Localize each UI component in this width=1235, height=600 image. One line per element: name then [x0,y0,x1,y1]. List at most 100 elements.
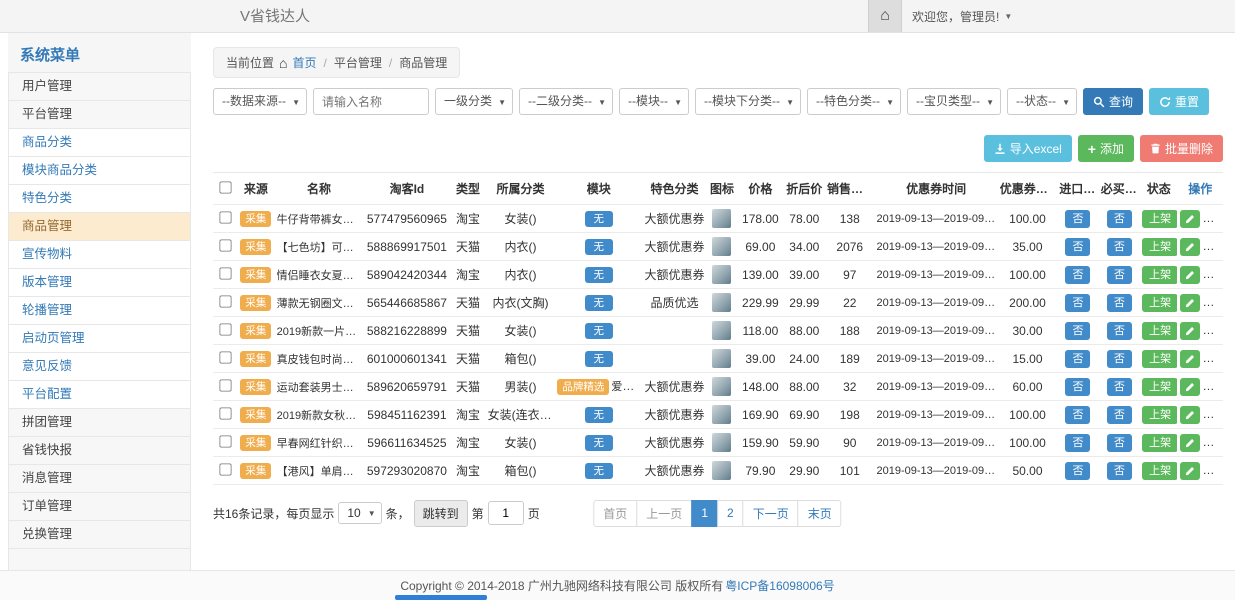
row-checkbox[interactable] [219,239,231,251]
row-checkbox[interactable] [219,351,231,363]
page-button-首页[interactable]: 首页 [593,500,637,527]
edit-button[interactable] [1180,434,1200,452]
filter-select-featured-category[interactable]: --特色分类--▼ [807,88,901,115]
status-toggle[interactable]: 上架 [1142,266,1177,284]
page-button-下一页[interactable]: 下一页 [743,500,799,527]
import-excel-button[interactable]: 导入excel [984,135,1072,162]
row-checkbox[interactable] [219,211,231,223]
filter-select-status[interactable]: --状态--▼ [1007,88,1077,115]
edit-button[interactable] [1180,462,1200,480]
filter-select-data-source[interactable]: --数据来源--▼ [213,88,307,115]
must-buy-toggle[interactable]: 否 [1107,238,1132,256]
module-badge: 无 [585,211,614,227]
import-select-toggle[interactable]: 否 [1065,294,1090,312]
filter-select-item-type[interactable]: --宝贝类型--▼ [907,88,1001,115]
must-buy-toggle[interactable]: 否 [1107,322,1132,340]
status-toggle[interactable]: 上架 [1142,406,1177,424]
filter-select-level1-category[interactable]: 一级分类▼ [435,88,513,115]
sidebar-item-feedback[interactable]: 意见反馈 [8,352,191,381]
status-toggle[interactable]: 上架 [1142,322,1177,340]
status-toggle[interactable]: 上架 [1142,462,1177,480]
sidebar-item-platform-management[interactable]: 平台管理 [8,100,191,129]
page-button-2[interactable]: 2 [717,500,744,527]
edit-button[interactable] [1180,210,1200,228]
row-checkbox[interactable] [219,463,231,475]
row-checkbox[interactable] [219,407,231,419]
row-checkbox[interactable] [219,295,231,307]
row-checkbox[interactable] [219,379,231,391]
must-buy-toggle[interactable]: 否 [1107,350,1132,368]
must-buy-toggle[interactable]: 否 [1107,434,1132,452]
home-button[interactable]: ⌂ [868,0,902,32]
sidebar-item-group-buy-management[interactable]: 拼团管理 [8,408,191,437]
row-checkbox[interactable] [219,323,231,335]
import-select-toggle[interactable]: 否 [1065,322,1090,340]
coupon-amount: 60.00 [998,373,1058,401]
page-button-末页[interactable]: 末页 [798,500,842,527]
user-menu[interactable]: 欢迎您，管理员! ▼ [902,0,1022,32]
sidebar-item-module-product-category[interactable]: 模块商品分类 [8,156,191,185]
sidebar-item-platform-config[interactable]: 平台配置 [8,380,191,409]
sidebar-item-saving-express[interactable]: 省钱快报 [8,436,191,465]
edit-button[interactable] [1180,238,1200,256]
must-buy-toggle[interactable]: 否 [1107,462,1132,480]
scrollbar-thumb[interactable] [395,595,487,600]
filter-select-level2-category[interactable]: --二级分类--▼ [519,88,613,115]
edit-button[interactable] [1180,266,1200,284]
import-select-toggle[interactable]: 否 [1065,210,1090,228]
sidebar-item-user-management[interactable]: 用户管理 [8,72,191,101]
sidebar-item-promo-materials[interactable]: 宣传物料 [8,240,191,269]
add-button[interactable]: + 添加 [1078,135,1134,162]
import-select-toggle[interactable]: 否 [1065,434,1090,452]
filter-select-module[interactable]: --模块--▼ [619,88,689,115]
status-toggle[interactable]: 上架 [1142,294,1177,312]
reset-button[interactable]: 重置 [1149,88,1209,115]
search-button[interactable]: 查询 [1083,88,1143,115]
page-button-1[interactable]: 1 [691,500,718,527]
row-checkbox[interactable] [219,435,231,447]
filter-input-name[interactable] [313,88,429,115]
sidebar-item-carousel-management[interactable]: 轮播管理 [8,296,191,325]
select-all-checkbox[interactable] [219,181,231,193]
must-buy-toggle[interactable]: 否 [1107,294,1132,312]
edit-button[interactable] [1180,322,1200,340]
status-toggle[interactable]: 上架 [1142,434,1177,452]
edit-button[interactable] [1180,406,1200,424]
page-number-input[interactable] [488,501,524,525]
sidebar-item-product-management[interactable]: 商品管理 [8,212,191,241]
import-select-toggle[interactable]: 否 [1065,238,1090,256]
jump-button[interactable]: 跳转到 [414,500,468,527]
status-toggle[interactable]: 上架 [1142,378,1177,396]
edit-button[interactable] [1180,378,1200,396]
sidebar-item-product-category[interactable]: 商品分类 [8,128,191,157]
page-button-上一页[interactable]: 上一页 [636,500,692,527]
status-toggle[interactable]: 上架 [1142,210,1177,228]
import-select-toggle[interactable]: 否 [1065,378,1090,396]
must-buy-toggle[interactable]: 否 [1107,378,1132,396]
edit-button[interactable] [1180,350,1200,368]
row-checkbox[interactable] [219,267,231,279]
breadcrumb-home-link[interactable]: 首页 [292,54,316,71]
import-select-toggle[interactable]: 否 [1065,406,1090,424]
sidebar-item-featured-category[interactable]: 特色分类 [8,184,191,213]
status-toggle[interactable]: 上架 [1142,238,1177,256]
sidebar-item-version-management[interactable]: 版本管理 [8,268,191,297]
select-label: --模块下分类-- [704,94,780,108]
per-page-select[interactable]: 10 ▼ [338,502,381,524]
sidebar-item-splash-page-management[interactable]: 启动页管理 [8,324,191,353]
import-select-toggle[interactable]: 否 [1065,266,1090,284]
edit-button[interactable] [1180,294,1200,312]
icp-link[interactable]: 粤ICP备16098006号 [725,577,834,594]
batch-delete-button[interactable]: 批量删除 [1140,135,1223,162]
status-toggle[interactable]: 上架 [1142,350,1177,368]
must-buy-toggle[interactable]: 否 [1107,266,1132,284]
filter-select-module-subcategory[interactable]: --模块下分类--▼ [695,88,801,115]
import-select-toggle[interactable]: 否 [1065,350,1090,368]
sidebar-item-message-management[interactable]: 消息管理 [8,464,191,493]
import-select-toggle[interactable]: 否 [1065,462,1090,480]
sidebar-item-exchange-management[interactable]: 兑换管理 [8,520,191,549]
sidebar-item-order-management[interactable]: 订单管理 [8,492,191,521]
sidebar-item-partial-item[interactable] [8,548,191,570]
must-buy-toggle[interactable]: 否 [1107,210,1132,228]
must-buy-toggle[interactable]: 否 [1107,406,1132,424]
